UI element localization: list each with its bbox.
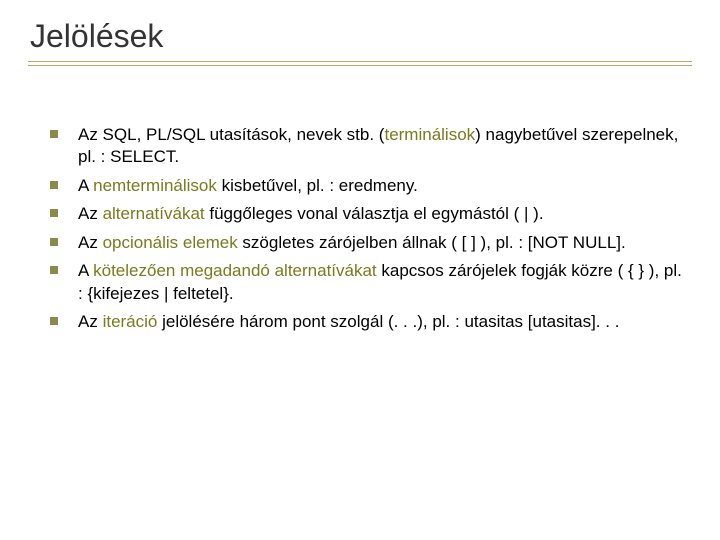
bullet-icon	[50, 317, 58, 325]
highlight-term: nemterminálisok	[93, 176, 217, 195]
bullet-icon	[50, 181, 58, 189]
highlight-term: kötelezően megadandó alternatívákat	[93, 261, 377, 280]
text-run: Az SQL, PL/SQL utasítások, nevek stb. (	[78, 125, 384, 144]
highlight-term: alternatívákat	[103, 204, 205, 223]
title-rule	[28, 61, 692, 66]
list-item: A kötelezően megadandó alternatívákat ka…	[50, 260, 684, 305]
text-run: függőleges vonal választja el egymástól …	[205, 204, 544, 223]
list-item: Az iteráció jelölésére három pont szolgá…	[50, 311, 684, 333]
highlight-term: opcionális elemek	[103, 233, 238, 252]
bullet-icon	[50, 209, 58, 217]
list-item: Az opcionális elemek szögletes zárójelbe…	[50, 232, 684, 254]
list-item: Az alternatívákat függőleges vonal válas…	[50, 203, 684, 225]
text-run: szögletes zárójelben állnak ( [ ] ), pl.…	[238, 233, 626, 252]
bullet-icon	[50, 238, 58, 246]
text-run: Az	[78, 312, 103, 331]
text-run: Az	[78, 233, 103, 252]
highlight-term: terminálisok	[384, 125, 475, 144]
highlight-term: iteráció	[103, 312, 158, 331]
slide: Jelölések Az SQL, PL/SQL utasítások, nev…	[0, 0, 720, 540]
bullet-list: Az SQL, PL/SQL utasítások, nevek stb. (t…	[28, 124, 692, 334]
list-item: Az SQL, PL/SQL utasítások, nevek stb. (t…	[50, 124, 684, 169]
text-run: A	[78, 261, 93, 280]
bullet-icon	[50, 266, 58, 274]
text-run: A	[78, 176, 93, 195]
list-item: A nemterminálisok kisbetűvel, pl. : ered…	[50, 175, 684, 197]
text-run: jelölésére három pont szolgál (. . .), p…	[157, 312, 619, 331]
bullet-icon	[50, 130, 58, 138]
text-run: Az	[78, 204, 103, 223]
slide-title: Jelölések	[28, 18, 692, 55]
text-run: kisbetűvel, pl. : eredmeny.	[217, 176, 418, 195]
